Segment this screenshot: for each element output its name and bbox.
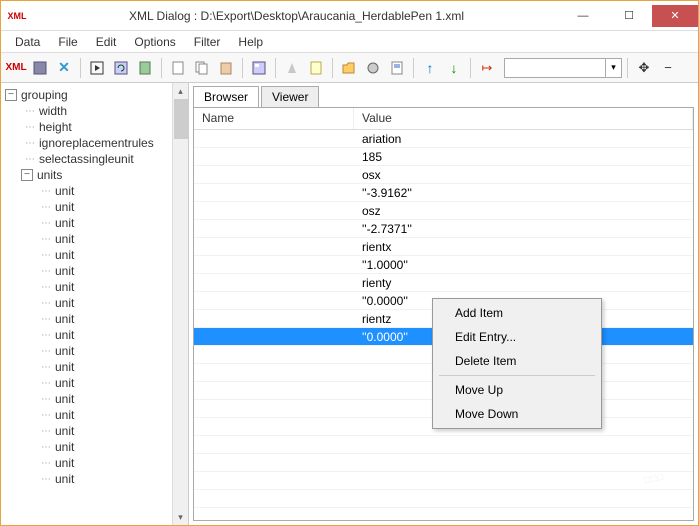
scroll-thumb[interactable] <box>174 99 188 139</box>
folder-open-icon[interactable] <box>338 57 360 79</box>
column-value[interactable]: Value <box>354 108 693 129</box>
tree-item-unit[interactable]: ⋯unit <box>1 455 188 471</box>
new-icon[interactable] <box>167 57 189 79</box>
goto-icon[interactable]: ↦ <box>476 57 498 79</box>
add-icon[interactable]: ✥ <box>633 57 655 79</box>
tree-label: grouping <box>21 88 68 102</box>
app-icon: XML <box>7 6 27 26</box>
scroll-down-icon[interactable]: ▾ <box>173 509 188 525</box>
table-row <box>194 472 693 490</box>
tree-item-unit[interactable]: ⋯unit <box>1 423 188 439</box>
tree-item-unit[interactable]: ⋯unit <box>1 279 188 295</box>
table-row[interactable]: ''1.0000'' <box>194 256 693 274</box>
menu-add-item[interactable]: Add Item <box>435 301 599 325</box>
xml-button[interactable]: XML <box>5 57 27 79</box>
menubar: Data File Edit Options Filter Help <box>1 31 698 53</box>
paste-icon[interactable] <box>215 57 237 79</box>
tree-item-unit[interactable]: ⋯unit <box>1 359 188 375</box>
window-title: XML Dialog : D:\Export\Desktop\Araucania… <box>33 9 560 23</box>
tree-item-unit[interactable]: ⋯unit <box>1 263 188 279</box>
grid-header: Name Value <box>194 108 693 130</box>
refresh-icon[interactable] <box>110 57 132 79</box>
menu-data[interactable]: Data <box>7 33 48 51</box>
tools-icon[interactable] <box>362 57 384 79</box>
scroll-up-icon[interactable]: ▴ <box>173 83 188 99</box>
arrow-down-icon[interactable]: ↓ <box>443 57 465 79</box>
menu-delete-item[interactable]: Delete Item <box>435 349 599 373</box>
copy-icon[interactable] <box>191 57 213 79</box>
tree-item[interactable]: ⋯ignoreplacementrules <box>1 135 188 151</box>
menu-file[interactable]: File <box>50 33 85 51</box>
menu-move-up[interactable]: Move Up <box>435 378 599 402</box>
table-row[interactable]: osz <box>194 202 693 220</box>
tree-item[interactable]: ⋯selectassingleunit <box>1 151 188 167</box>
close-button[interactable]: ✕ <box>652 5 698 27</box>
menu-filter[interactable]: Filter <box>186 33 229 51</box>
table-row[interactable]: 185 <box>194 148 693 166</box>
tab-viewer[interactable]: Viewer <box>261 86 319 107</box>
tree-root[interactable]: − grouping <box>1 87 188 103</box>
tree-item-unit[interactable]: ⋯unit <box>1 295 188 311</box>
table-row[interactable]: rienty <box>194 274 693 292</box>
tree-item-unit[interactable]: ⋯unit <box>1 247 188 263</box>
menu-edit[interactable]: Edit <box>88 33 125 51</box>
tree-units[interactable]: − units <box>1 167 188 183</box>
table-row[interactable]: ariation <box>194 130 693 148</box>
titlebar: XML XML Dialog : D:\Export\Desktop\Arauc… <box>1 1 698 31</box>
tree-item-unit[interactable]: ⋯unit <box>1 327 188 343</box>
maximize-button[interactable]: ☐ <box>606 5 652 27</box>
table-row[interactable]: ''-3.9162'' <box>194 184 693 202</box>
menu-move-down[interactable]: Move Down <box>435 402 599 426</box>
table-row <box>194 490 693 508</box>
table-row[interactable]: osx <box>194 166 693 184</box>
tree-item-unit[interactable]: ⋯unit <box>1 311 188 327</box>
context-menu: Add Item Edit Entry... Delete Item Move … <box>432 298 602 429</box>
tree-item-unit[interactable]: ⋯unit <box>1 215 188 231</box>
tree-item-unit[interactable]: ⋯unit <box>1 375 188 391</box>
scrollbar-vertical[interactable]: ▴ ▾ <box>172 83 188 525</box>
table-row <box>194 436 693 454</box>
pin-icon[interactable] <box>281 57 303 79</box>
chevron-down-icon[interactable]: ▾ <box>605 59 621 77</box>
toolbar-combo[interactable]: ▾ <box>504 58 622 78</box>
arrow-up-icon[interactable]: ↑ <box>419 57 441 79</box>
edit-icon[interactable] <box>386 57 408 79</box>
menu-separator <box>439 375 595 376</box>
play-icon[interactable] <box>86 57 108 79</box>
form-icon[interactable] <box>248 57 270 79</box>
tree-item-unit[interactable]: ⋯unit <box>1 439 188 455</box>
table-row <box>194 454 693 472</box>
tree-item-unit[interactable]: ⋯unit <box>1 199 188 215</box>
table-row[interactable]: ''-2.7371'' <box>194 220 693 238</box>
tree-item[interactable]: ⋯width <box>1 103 188 119</box>
save-icon[interactable] <box>29 57 51 79</box>
toolbar: XML ✕ ↑ ↓ ↦ ▾ ✥ − <box>1 53 698 83</box>
doc-icon[interactable] <box>134 57 156 79</box>
menu-edit-entry[interactable]: Edit Entry... <box>435 325 599 349</box>
tree-item-unit[interactable]: ⋯unit <box>1 407 188 423</box>
tree-item-unit[interactable]: ⋯unit <box>1 391 188 407</box>
remove-icon[interactable]: − <box>657 57 679 79</box>
note-icon[interactable] <box>305 57 327 79</box>
column-name[interactable]: Name <box>194 108 354 129</box>
tree-item-unit[interactable]: ⋯unit <box>1 343 188 359</box>
tab-browser[interactable]: Browser <box>193 86 259 107</box>
tree-item-unit[interactable]: ⋯unit <box>1 231 188 247</box>
menu-help[interactable]: Help <box>230 33 271 51</box>
minimize-button[interactable]: — <box>560 5 606 27</box>
tree-item-unit[interactable]: ⋯unit <box>1 471 188 487</box>
delete-icon[interactable]: ✕ <box>53 57 75 79</box>
tree-item-unit[interactable]: ⋯unit <box>1 183 188 199</box>
table-row[interactable]: rientx <box>194 238 693 256</box>
collapse-icon[interactable]: − <box>21 169 33 181</box>
tree-item[interactable]: ⋯height <box>1 119 188 135</box>
collapse-icon[interactable]: − <box>5 89 17 101</box>
tree-panel: − grouping ⋯width ⋯height ⋯ignoreplaceme… <box>1 83 189 525</box>
menu-options[interactable]: Options <box>126 33 183 51</box>
